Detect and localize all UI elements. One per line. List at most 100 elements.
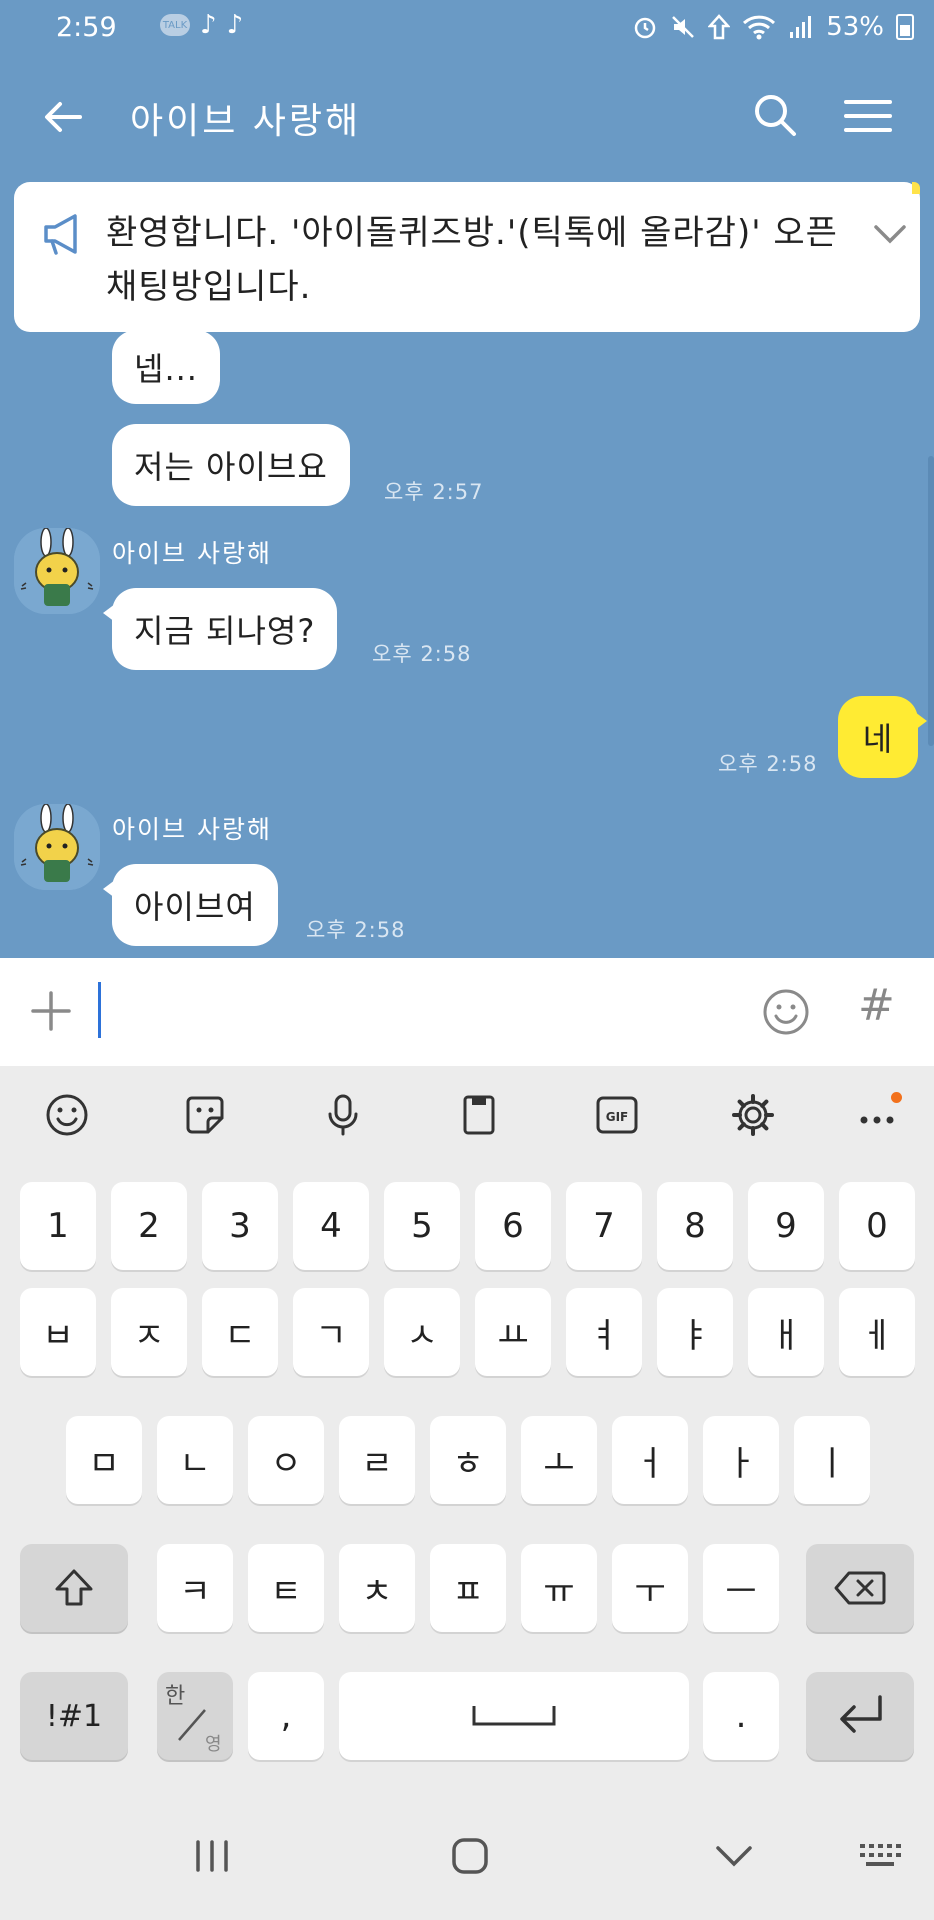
hashtag-button[interactable]: # <box>858 980 895 1031</box>
sender-name: 아이브 사랑해 <box>112 815 272 844</box>
bunny-avatar-icon <box>14 804 100 890</box>
wifi-icon <box>743 15 776 40</box>
tiktok-icon: ♪ <box>226 10 244 40</box>
clipboard-icon[interactable] <box>456 1092 502 1138</box>
key-4[interactable]: 4 <box>293 1182 369 1270</box>
space-icon <box>472 1706 556 1726</box>
plus-icon[interactable] <box>30 990 72 1032</box>
key-h[interactable]: ㅎ <box>430 1416 506 1504</box>
chevron-down-icon[interactable] <box>712 1836 756 1876</box>
chat-area[interactable]: 환영합니다. '아이돌퀴즈방.'(틱톡에 올라감)' 오픈채팅방입니다. 넵..… <box>0 178 934 958</box>
key-r[interactable]: ㄹ <box>339 1416 415 1504</box>
language-switch-key[interactable]: 한 영 <box>157 1672 233 1760</box>
key-o[interactable]: ㅗ <box>521 1416 597 1504</box>
recent-apps-icon[interactable] <box>190 1836 234 1876</box>
message-timestamp: 오후 2:58 <box>718 752 818 776</box>
gear-icon[interactable] <box>730 1092 776 1138</box>
symbols-key[interactable]: !#1 <box>20 1672 128 1760</box>
message-timestamp: 오후 2:58 <box>306 918 406 942</box>
signal-icon <box>790 16 812 38</box>
key-g[interactable]: ㄱ <box>293 1288 369 1376</box>
avatar[interactable] <box>14 528 100 614</box>
avatar[interactable] <box>14 804 100 890</box>
search-icon[interactable] <box>752 92 798 138</box>
comma-key[interactable]: , <box>248 1672 324 1760</box>
mute-icon <box>672 16 695 38</box>
key-j[interactable]: ㅈ <box>111 1288 187 1376</box>
slash-icon <box>178 1709 206 1741</box>
key-yeo[interactable]: ㅕ <box>566 1288 642 1376</box>
message-input-bar: # <box>0 958 934 1066</box>
key-8[interactable]: 8 <box>657 1182 733 1270</box>
key-ng[interactable]: ㅇ <box>248 1416 324 1504</box>
key-d[interactable]: ㄷ <box>202 1288 278 1376</box>
key-1[interactable]: 1 <box>20 1182 96 1270</box>
home-icon[interactable] <box>448 1836 492 1876</box>
sent-message[interactable]: 네 <box>838 696 927 778</box>
keyboard-switch-icon[interactable] <box>858 1836 902 1876</box>
chat-room-title: 아이브 사랑해 <box>130 101 362 142</box>
message-input[interactable] <box>98 982 101 1038</box>
key-5[interactable]: 5 <box>384 1182 460 1270</box>
sticker-icon[interactable] <box>182 1092 228 1138</box>
notice-text: 환영합니다. '아이돌퀴즈방.'(틱톡에 올라감)' 오픈채팅방입니다. <box>106 213 838 307</box>
gif-icon[interactable]: GIF <box>594 1092 640 1138</box>
received-message[interactable]: 저는 아이브요 <box>112 424 350 506</box>
key-ya[interactable]: ㅑ <box>657 1288 733 1376</box>
message-text: 네 <box>862 720 894 758</box>
emoji-icon[interactable] <box>44 1092 90 1138</box>
key-i[interactable]: ㅣ <box>794 1416 870 1504</box>
key-n[interactable]: ㄴ <box>157 1416 233 1504</box>
key-yu[interactable]: ㅠ <box>521 1544 597 1632</box>
sender-name: 아이브 사랑해 <box>112 539 272 568</box>
key-u[interactable]: ㅜ <box>612 1544 688 1632</box>
key-e[interactable]: ㅔ <box>839 1288 915 1376</box>
keyboard-toolbar: GIF <box>0 1066 934 1162</box>
megaphone-icon <box>44 214 77 255</box>
key-eo[interactable]: ㅓ <box>612 1416 688 1504</box>
key-b[interactable]: ㅂ <box>20 1288 96 1376</box>
key-3[interactable]: 3 <box>202 1182 278 1270</box>
chat-header: 아이브 사랑해 <box>0 56 934 178</box>
key-7[interactable]: 7 <box>566 1182 642 1270</box>
talk-badge-icon: TALK <box>160 14 190 36</box>
battery-percent: 53% <box>826 12 884 42</box>
tiktok-icon: ♪ <box>200 10 217 40</box>
key-s[interactable]: ㅅ <box>384 1288 460 1376</box>
navigation-bar <box>0 1790 934 1920</box>
key-yo[interactable]: ㅛ <box>475 1288 551 1376</box>
data-saver-icon <box>708 14 731 40</box>
key-k[interactable]: ㅋ <box>157 1544 233 1632</box>
key-p[interactable]: ㅍ <box>430 1544 506 1632</box>
emoji-icon[interactable] <box>762 988 810 1036</box>
microphone-icon[interactable] <box>320 1092 366 1138</box>
key-a[interactable]: ㅏ <box>703 1416 779 1504</box>
key-ch[interactable]: ㅊ <box>339 1544 415 1632</box>
shift-key[interactable] <box>20 1544 128 1632</box>
key-2[interactable]: 2 <box>111 1182 187 1270</box>
keyboard: 1 2 3 4 5 6 7 8 9 0 ㅂ ㅈ ㄷ ㄱ ㅅ ㅛ ㅕ ㅑ ㅐ ㅔ … <box>0 1162 934 1790</box>
chevron-down-icon[interactable] <box>872 222 908 246</box>
key-t[interactable]: ㅌ <box>248 1544 324 1632</box>
back-arrow-icon[interactable] <box>40 94 86 140</box>
key-m[interactable]: ㅁ <box>66 1416 142 1504</box>
key-0[interactable]: 0 <box>839 1182 915 1270</box>
space-key[interactable] <box>339 1672 689 1760</box>
backspace-key[interactable] <box>806 1544 914 1632</box>
shift-icon <box>55 1569 93 1606</box>
key-ae[interactable]: ㅐ <box>748 1288 824 1376</box>
svg-text:GIF: GIF <box>606 1110 629 1124</box>
period-key[interactable]: . <box>703 1672 779 1760</box>
message-timestamp: 오후 2:57 <box>384 480 484 504</box>
received-message[interactable]: 아이브여 <box>103 864 278 946</box>
key-9[interactable]: 9 <box>748 1182 824 1270</box>
enter-key[interactable] <box>806 1672 914 1760</box>
menu-icon[interactable] <box>842 96 894 136</box>
notice-banner[interactable]: 환영합니다. '아이돌퀴즈방.'(틱톡에 올라감)' 오픈채팅방입니다. <box>14 182 920 332</box>
received-message[interactable]: 지금 되나영? <box>102 588 338 670</box>
key-eu[interactable]: ㅡ <box>703 1544 779 1632</box>
status-bar: 2:59 TALK ♪ ♪ 53% <box>0 0 934 56</box>
scrollbar[interactable] <box>928 456 934 746</box>
key-6[interactable]: 6 <box>475 1182 551 1270</box>
received-message[interactable]: 넵... <box>112 330 220 404</box>
